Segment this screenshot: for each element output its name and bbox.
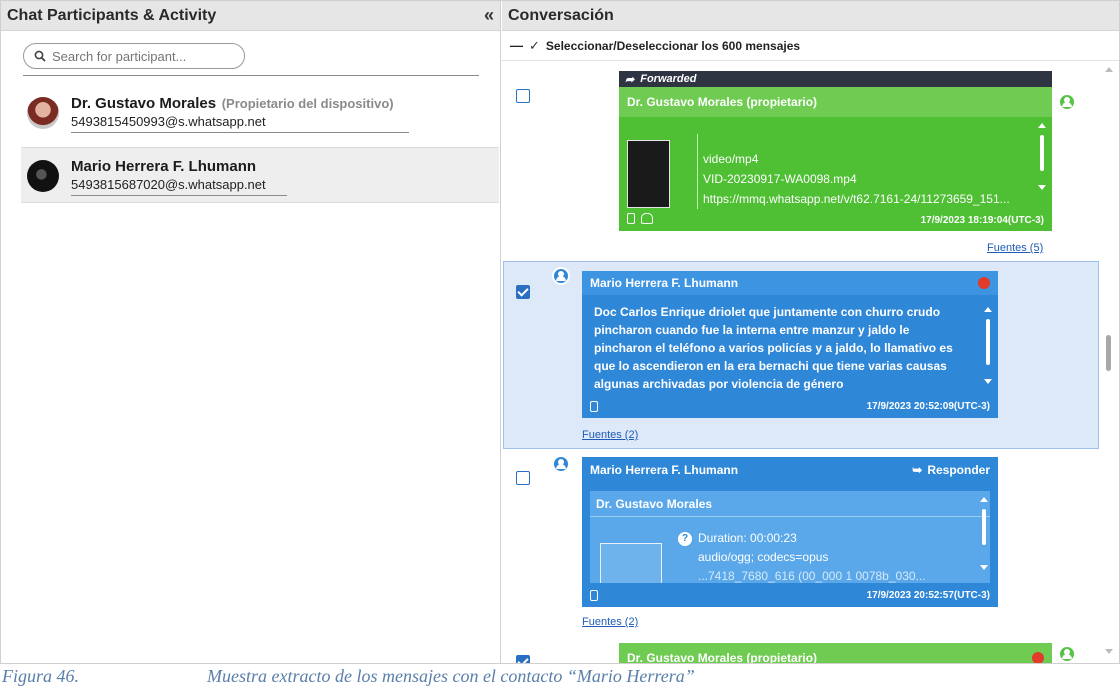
message-text: Doc Carlos Enrique driolet que juntament…	[594, 305, 953, 391]
message-header: Dr. Gustavo Morales (propietario)	[619, 87, 1052, 117]
message-bubble-partial[interactable]: Dr. Gustavo Morales (propietario)	[619, 643, 1052, 664]
owner-user-icon	[1058, 645, 1076, 663]
avatar	[27, 160, 59, 192]
message-bubble-text[interactable]: Mario Herrera F. Lhumann Doc Carlos Enri…	[582, 271, 998, 418]
attachment-name: VID-20230917-WA0098.mp4	[703, 172, 857, 186]
message-header: Mario Herrera F. Lhumann	[582, 271, 998, 295]
quoted-scrollbar[interactable]	[980, 497, 988, 577]
conversation-header: Conversación	[502, 1, 1119, 31]
attachment-url[interactable]: https://mmq.whatsapp.net/v/t62.7161-24/1…	[703, 189, 1033, 209]
sources-link[interactable]: Fuentes (2)	[582, 616, 638, 628]
search-divider	[23, 75, 479, 76]
select-all-label[interactable]: Seleccionar/Deseleccionar los 600 mensaj…	[546, 39, 800, 53]
forwarded-bar: ➦ Forwarded	[619, 71, 1052, 87]
reply-label: Responder	[927, 463, 990, 477]
participant-search[interactable]	[23, 43, 245, 69]
quoted-sender: Dr. Gustavo Morales	[590, 491, 990, 517]
attachment-type: audio/ogg; codecs=opus	[698, 550, 829, 564]
message-sender: Mario Herrera F. Lhumann	[590, 463, 739, 477]
message-bubble-forwarded[interactable]: ➦ Forwarded Dr. Gustavo Morales (propiet…	[619, 71, 1052, 231]
attachment-partial: ...7418_7680_616 (00_000 1 0078b_030...	[698, 569, 926, 583]
scroll-down-icon[interactable]	[1105, 649, 1113, 654]
attachment-box: video/mp4 VID-20230917-WA0098.mp4 https:…	[619, 117, 1052, 209]
message-footer: 17/9/2023 20:52:09(UTC-3)	[582, 395, 998, 417]
forwarded-label: Forwarded	[640, 73, 697, 85]
attachment-scrollbar[interactable]	[1038, 123, 1046, 193]
collapse-dash-icon[interactable]: —	[510, 38, 523, 53]
message-checkbox[interactable]	[516, 89, 530, 103]
attachment-type: video/mp4	[703, 152, 759, 166]
quoted-message[interactable]: Dr. Gustavo Morales ? Duration: 00:00:23…	[590, 491, 990, 583]
flag-dot-icon	[1032, 652, 1044, 663]
participants-title: Chat Participants & Activity	[7, 6, 217, 24]
caption-number: Figura 46.	[2, 666, 80, 686]
participant-role: (Propietario del dispositivo)	[221, 96, 394, 111]
conversation-scrollbar[interactable]	[1102, 63, 1116, 663]
figure-caption: Figura 46. Muestra extracto de los mensaj…	[0, 666, 1120, 691]
participant-jid: 5493815687020@s.whatsapp.net	[71, 177, 287, 196]
participant-name: Dr. Gustavo Morales	[71, 95, 217, 112]
reply-button[interactable]: ➥ Responder	[912, 463, 990, 477]
message-checkbox[interactable]	[516, 655, 530, 663]
attachment-info: ? Duration: 00:00:23 audio/ogg; codecs=o…	[678, 529, 926, 583]
participant-name: Mario Herrera F. Lhumann	[71, 158, 257, 175]
sources-link[interactable]: Fuentes (5)	[987, 242, 1043, 254]
message-header: Dr. Gustavo Morales (propietario)	[619, 643, 1052, 664]
help-icon: ?	[678, 531, 692, 546]
phone-icon	[590, 400, 598, 412]
video-thumbnail[interactable]	[627, 140, 670, 208]
message-checkbox[interactable]	[516, 471, 530, 485]
search-input[interactable]	[52, 48, 232, 64]
audio-file-icon	[600, 543, 662, 583]
flag-dot-icon	[978, 277, 990, 289]
message-timestamp: 17/9/2023 20:52:57(UTC-3)	[866, 589, 990, 601]
participant-item-contact[interactable]: Mario Herrera F. Lhumann 5493815687020@s…	[21, 147, 499, 203]
message-bubble-reply[interactable]: Mario Herrera F. Lhumann ➥ Responder Dr. …	[582, 457, 998, 607]
contact-user-icon	[552, 455, 570, 473]
message-footer: 17/9/2023 18:19:04(UTC-3)	[619, 209, 1052, 231]
conversation-panel: Conversación — ✓ Seleccionar/Deseleccion…	[502, 1, 1119, 664]
message-timestamp: 17/9/2023 20:52:09(UTC-3)	[866, 400, 990, 412]
select-all-bar[interactable]: — ✓ Seleccionar/Deseleccionar los 600 me…	[502, 31, 1119, 61]
sources-link[interactable]: Fuentes (2)	[582, 429, 638, 441]
participants-header: Chat Participants & Activity «	[1, 1, 500, 31]
app-window: Chat Participants & Activity « Dr. Gusta…	[0, 0, 1120, 664]
audio-duration: Duration: 00:00:23	[698, 531, 797, 545]
message-sender: Dr. Gustavo Morales (propietario)	[627, 95, 818, 109]
caption-text: Muestra extracto de los mensajes con el …	[207, 666, 695, 686]
message-scrollbar[interactable]	[984, 307, 992, 387]
message-checkbox[interactable]	[516, 285, 530, 299]
owner-user-icon	[1058, 93, 1076, 111]
avatar	[27, 97, 59, 129]
message-body: Doc Carlos Enrique driolet que juntament…	[582, 295, 998, 395]
search-icon	[34, 50, 46, 62]
collapse-panel-icon[interactable]: «	[484, 5, 494, 26]
forward-arrow-icon: ➦	[625, 73, 635, 86]
message-footer: 17/9/2023 20:52:57(UTC-3)	[582, 584, 998, 606]
message-sender: Mario Herrera F. Lhumann	[590, 276, 739, 290]
reply-arrow-icon: ➥	[912, 463, 923, 477]
message-header: Mario Herrera F. Lhumann ➥ Responder	[582, 457, 998, 483]
conversation-title: Conversación	[508, 6, 614, 24]
message-timestamp: 17/9/2023 18:19:04(UTC-3)	[920, 214, 1044, 226]
group-icon	[641, 213, 653, 224]
contact-user-icon	[552, 267, 570, 285]
phone-icon	[590, 589, 598, 601]
participants-panel: Chat Participants & Activity « Dr. Gusta…	[1, 1, 501, 663]
message-sender: Dr. Gustavo Morales (propietario)	[627, 651, 818, 664]
checkmark-icon: ✓	[529, 37, 540, 53]
scroll-up-icon[interactable]	[1105, 67, 1113, 72]
scroll-thumb[interactable]	[1106, 335, 1111, 371]
participant-item-owner[interactable]: Dr. Gustavo Morales (Propietario del dis…	[21, 85, 499, 141]
participant-jid: 5493815450993@s.whatsapp.net	[71, 114, 409, 133]
attachment-info: video/mp4 VID-20230917-WA0098.mp4 https:…	[703, 149, 1033, 209]
phone-icon	[627, 213, 635, 224]
